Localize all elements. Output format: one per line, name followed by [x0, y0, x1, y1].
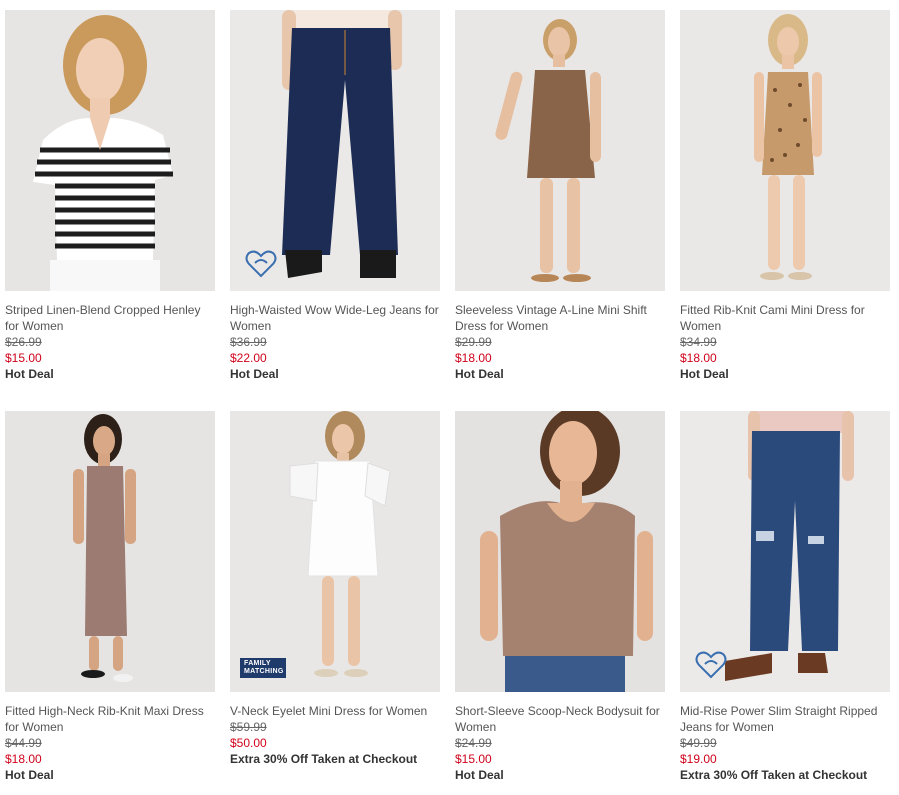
- promo-label: Hot Deal: [5, 367, 54, 381]
- product-grid: Striped Linen-Blend Cropped Henley for W…: [5, 10, 890, 795]
- product-card[interactable]: Fitted Rib-Knit Cami Mini Dress for Wome…: [680, 10, 890, 394]
- product-name[interactable]: High-Waisted Wow Wide-Leg Jeans for Wome…: [230, 302, 440, 334]
- sale-price: $50.00: [230, 736, 267, 750]
- sale-price: $18.00: [680, 351, 717, 365]
- product-card[interactable]: Short-Sleeve Scoop-Neck Bodysuit for Wom…: [455, 411, 665, 795]
- product-card[interactable]: Fitted High-Neck Rib-Knit Maxi Dress for…: [5, 411, 215, 795]
- product-image[interactable]: [230, 10, 440, 291]
- product-image[interactable]: [5, 411, 215, 692]
- product-name[interactable]: Striped Linen-Blend Cropped Henley for W…: [5, 302, 215, 334]
- sale-price: $15.00: [5, 351, 42, 365]
- original-price: $59.99: [230, 720, 267, 734]
- promo-label: Hot Deal: [680, 367, 729, 381]
- original-price: $24.99: [455, 736, 492, 750]
- product-card[interactable]: High-Waisted Wow Wide-Leg Jeans for Wome…: [230, 10, 440, 394]
- product-name[interactable]: Sleeveless Vintage A-Line Mini Shift Dre…: [455, 302, 665, 334]
- product-image[interactable]: [680, 10, 890, 291]
- product-image[interactable]: [455, 411, 665, 692]
- heart-icon: [245, 250, 277, 278]
- promo-label: Extra 30% Off Taken at Checkout: [230, 752, 418, 766]
- promo-label: Hot Deal: [455, 367, 504, 381]
- product-name[interactable]: Short-Sleeve Scoop-Neck Bodysuit for Wom…: [455, 703, 665, 735]
- original-price: $29.99: [455, 335, 492, 349]
- product-name[interactable]: Fitted High-Neck Rib-Knit Maxi Dress for…: [5, 703, 215, 735]
- sale-price: $15.00: [455, 752, 492, 766]
- product-image[interactable]: [5, 10, 215, 291]
- product-name[interactable]: Mid-Rise Power Slim Straight Ripped Jean…: [680, 703, 890, 735]
- promo-label: Extra 30% Off Taken at Checkout: [680, 768, 868, 782]
- sale-price: $22.00: [230, 351, 267, 365]
- original-price: $36.99: [230, 335, 267, 349]
- product-card[interactable]: Striped Linen-Blend Cropped Henley for W…: [5, 10, 215, 394]
- original-price: $26.99: [5, 335, 42, 349]
- original-price: $44.99: [5, 736, 42, 750]
- product-name[interactable]: Fitted Rib-Knit Cami Mini Dress for Wome…: [680, 302, 890, 334]
- original-price: $49.99: [680, 736, 717, 750]
- promo-label: Hot Deal: [5, 768, 54, 782]
- family-matching-badge: FAMILY MATCHING: [240, 658, 286, 678]
- promo-label: Hot Deal: [455, 768, 504, 782]
- product-card[interactable]: Mid-Rise Power Slim Straight Ripped Jean…: [680, 411, 890, 795]
- product-image[interactable]: [455, 10, 665, 291]
- heart-icon: [695, 651, 727, 679]
- product-image[interactable]: [680, 411, 890, 692]
- sale-price: $18.00: [5, 752, 42, 766]
- sale-price: $19.00: [680, 752, 717, 766]
- product-card[interactable]: FAMILY MATCHING V-Neck Eyelet Mini Dress…: [230, 411, 440, 795]
- product-card[interactable]: Sleeveless Vintage A-Line Mini Shift Dre…: [455, 10, 665, 394]
- promo-label: Hot Deal: [230, 367, 279, 381]
- product-image[interactable]: FAMILY MATCHING: [230, 411, 440, 692]
- product-name[interactable]: V-Neck Eyelet Mini Dress for Women: [230, 703, 440, 719]
- sale-price: $18.00: [455, 351, 492, 365]
- original-price: $34.99: [680, 335, 717, 349]
